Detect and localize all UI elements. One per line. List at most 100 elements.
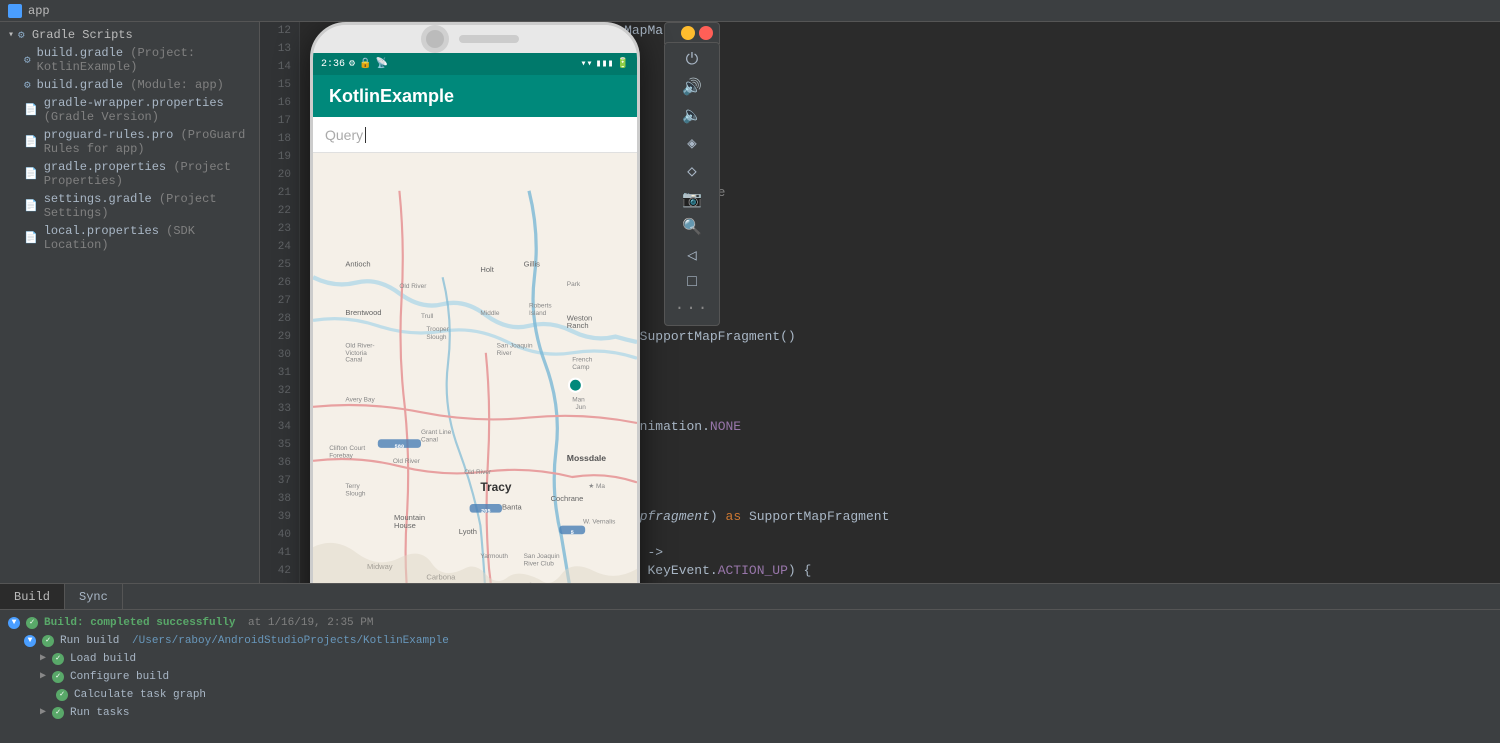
app-title: app — [8, 4, 50, 18]
line-numbers: 12 13 14 15 16 17 18 19 20 21 22 23 24 2… — [260, 22, 300, 583]
emulator-close-bar — [664, 22, 720, 44]
sidebar-item-gradle-wrapper[interactable]: 📄 gradle-wrapper.properties (Gradle Vers… — [0, 94, 259, 126]
bottom-panel: Build Sync ▼ ✓ Build: completed successf… — [0, 583, 1500, 743]
line-num-41: 41 — [278, 544, 291, 562]
success-icon: ✓ — [26, 617, 38, 629]
square-button[interactable]: □ — [687, 273, 697, 291]
configure-build-text: Configure build — [70, 669, 169, 685]
svg-text:Ranch: Ranch — [567, 321, 589, 330]
build-line-calculate: ✓ Calculate task graph — [8, 686, 1492, 704]
expand-icon: ▼ — [8, 617, 20, 629]
configure-icon: ✓ — [52, 671, 64, 683]
gradle-props-icon: 📄 — [24, 167, 38, 181]
line-num-24: 24 — [278, 238, 291, 256]
gradle-file-icon: ⚙ — [24, 53, 31, 67]
tab-sync[interactable]: Sync — [65, 584, 123, 609]
power-button[interactable]: ⏻ — [686, 51, 699, 69]
phone-screen: 2:36 ⚙ 🔒 📡 ▾▾ ▮▮▮ 🔋 KotlinEx — [313, 53, 637, 583]
sidebar-item-settings-gradle[interactable]: 📄 settings.gradle (Project Settings) — [0, 190, 259, 222]
svg-text:Avery Bay: Avery Bay — [345, 396, 375, 403]
phone-frame: 2:36 ⚙ 🔒 📡 ▾▾ ▮▮▮ 🔋 KotlinEx — [310, 22, 640, 583]
chevron-right-icon-3: ▶ — [40, 705, 46, 721]
rotate-back-button[interactable]: ◇ — [687, 161, 697, 181]
svg-text:San Joaquin: San Joaquin — [524, 553, 560, 560]
calculate-icon: ✓ — [56, 689, 68, 701]
editor-area: 12 13 14 15 16 17 18 19 20 21 22 23 24 2… — [260, 22, 1500, 583]
svg-text:San Joaquin: San Joaquin — [497, 342, 533, 349]
line-num-33: 33 — [278, 400, 291, 418]
phone-top-area — [313, 25, 637, 53]
line-num-36: 36 — [278, 454, 291, 472]
svg-text:Canal: Canal — [421, 436, 438, 443]
run-icon: ✓ — [42, 635, 54, 647]
local-props-icon: 📄 — [24, 231, 38, 245]
camera-button[interactable]: 📷 — [682, 189, 702, 209]
svg-text:Camp: Camp — [572, 364, 590, 371]
wifi-icon: ▾▾ — [580, 58, 592, 70]
sidebar-header-gradle[interactable]: ▾ ⚙ Gradle Scripts — [0, 26, 259, 44]
svg-text:Slough: Slough — [345, 490, 366, 497]
line-num-38: 38 — [278, 490, 291, 508]
build-timestamp: at 1/16/19, 2:35 PM — [241, 615, 373, 631]
map-svg: 580 205 5 Antioch Brentwood — [313, 153, 637, 583]
svg-text:French: French — [572, 356, 593, 363]
chevron-right-icon-1: ▶ — [40, 651, 46, 667]
zoom-button[interactable]: 🔍 — [682, 217, 702, 237]
svg-text:205: 205 — [481, 509, 491, 515]
svg-text:Mossdale: Mossdale — [567, 453, 607, 463]
top-bar: app — [0, 0, 1500, 22]
svg-text:★ Ma: ★ Ma — [588, 483, 605, 490]
signal-icon: ▮▮▮ — [595, 58, 613, 70]
svg-text:Brentwood: Brentwood — [345, 308, 381, 317]
settings-status-icon: ⚙ — [349, 58, 355, 70]
line-num-27: 27 — [278, 292, 291, 310]
build-line-run-tasks: ▶ ✓ Run tasks — [8, 704, 1492, 722]
line-num-26: 26 — [278, 274, 291, 292]
main-layout: ▾ ⚙ Gradle Scripts ⚙ build.gradle (Proje… — [0, 22, 1500, 583]
svg-text:Banta: Banta — [502, 502, 523, 511]
sidebar-item-gradle-properties[interactable]: 📄 gradle.properties (Project Properties) — [0, 158, 259, 190]
svg-text:W. Vernalis: W. Vernalis — [583, 518, 615, 525]
proguard-file-icon: 📄 — [24, 135, 38, 149]
volume-up-button[interactable]: 🔊 — [682, 77, 702, 97]
line-num-42: 42 — [278, 562, 291, 580]
build-line-2: ▼ ✓ Run build /Users/raboy/AndroidStudio… — [8, 632, 1492, 650]
emulator-minimize-button[interactable] — [681, 26, 695, 40]
sidebar-item-build-gradle-module[interactable]: ⚙ build.gradle (Module: app) — [0, 76, 259, 94]
run-tasks-text: Run tasks — [70, 705, 129, 721]
svg-text:Canal: Canal — [345, 356, 362, 363]
phone-map[interactable]: 580 205 5 Antioch Brentwood — [313, 153, 637, 583]
phone-search-bar[interactable]: Query — [313, 117, 637, 153]
volume-down-button[interactable]: 🔈 — [682, 105, 702, 125]
emulator-close-button[interactable] — [699, 26, 713, 40]
build-path: /Users/raboy/AndroidStudioProjects/Kotli… — [125, 633, 448, 649]
svg-text:House: House — [394, 521, 416, 530]
line-num-22: 22 — [278, 202, 291, 220]
svg-text:Tracy: Tracy — [480, 480, 511, 494]
sidebar-section-gradle: ▾ ⚙ Gradle Scripts ⚙ build.gradle (Proje… — [0, 22, 259, 258]
svg-text:Middle: Middle — [480, 310, 499, 317]
svg-text:Park: Park — [567, 281, 581, 288]
line-num-18: 18 — [278, 130, 291, 148]
expand-run-icon: ▼ — [24, 635, 36, 647]
chevron-right-icon-2: ▶ — [40, 669, 46, 685]
rotate-button[interactable]: ◈ — [687, 133, 697, 153]
back-button[interactable]: ◁ — [687, 245, 697, 265]
line-num-23: 23 — [278, 220, 291, 238]
sidebar-item-local-properties[interactable]: 📄 local.properties (SDK Location) — [0, 222, 259, 254]
phone-speaker — [459, 35, 519, 43]
sidebar-item-proguard[interactable]: 📄 proguard-rules.pro (ProGuard Rules for… — [0, 126, 259, 158]
more-options[interactable]: ··· — [675, 299, 710, 317]
svg-text:Old River: Old River — [464, 469, 492, 476]
phone-app-bar: KotlinExample — [313, 75, 637, 117]
tab-build[interactable]: Build — [0, 584, 65, 609]
svg-text:Forebay: Forebay — [329, 453, 353, 460]
bottom-tabs: Build Sync — [0, 584, 1500, 610]
svg-text:Yarmouth: Yarmouth — [480, 553, 508, 560]
sidebar-item-build-gradle-project[interactable]: ⚙ build.gradle (Project: KotlinExample) — [0, 44, 259, 76]
antenna-status-icon: 📡 — [376, 58, 388, 70]
svg-text:River: River — [497, 350, 513, 357]
line-num-16: 16 — [278, 94, 291, 112]
build-line-configure: ▶ ✓ Configure build — [8, 668, 1492, 686]
svg-text:Old River-: Old River- — [345, 342, 374, 349]
